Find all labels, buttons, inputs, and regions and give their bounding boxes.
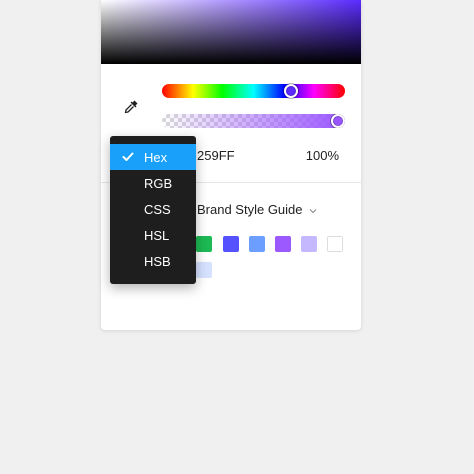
library-name: Brand Style Guide: [197, 202, 303, 217]
color-format-menu: Hex RGB CSS HSL HSB: [110, 136, 196, 284]
color-swatch[interactable]: [196, 262, 212, 278]
menu-item-label: CSS: [144, 201, 171, 217]
color-swatch[interactable]: [275, 236, 291, 252]
opacity-value-input[interactable]: 100%: [306, 148, 339, 163]
chevron-down-icon: [309, 202, 317, 217]
hue-slider[interactable]: [162, 84, 345, 98]
menu-item-css[interactable]: CSS: [110, 196, 196, 222]
color-swatch[interactable]: [249, 236, 265, 252]
eyedropper-icon[interactable]: [120, 96, 142, 118]
color-swatch[interactable]: [327, 236, 343, 252]
color-swatch[interactable]: [196, 236, 212, 252]
opacity-slider[interactable]: [162, 114, 345, 128]
color-swatch[interactable]: [301, 236, 317, 252]
menu-item-rgb[interactable]: RGB: [110, 170, 196, 196]
check-icon: [122, 152, 134, 161]
menu-item-label: HSB: [144, 253, 171, 269]
menu-item-hex[interactable]: Hex: [110, 144, 196, 170]
hex-value-input[interactable]: 259FF: [197, 148, 235, 163]
hue-slider-thumb[interactable]: [283, 84, 298, 98]
opacity-gradient: [162, 114, 345, 128]
menu-item-label: HSL: [144, 227, 170, 243]
library-selector[interactable]: Brand Style Guide: [197, 202, 317, 217]
menu-item-hsb[interactable]: HSB: [110, 248, 196, 274]
opacity-slider-thumb[interactable]: [331, 114, 345, 128]
menu-item-label: Hex: [144, 149, 168, 165]
saturation-brightness-area[interactable]: [101, 0, 361, 64]
color-swatch[interactable]: [223, 236, 239, 252]
menu-item-hsl[interactable]: HSL: [110, 222, 196, 248]
menu-item-label: RGB: [144, 175, 173, 191]
